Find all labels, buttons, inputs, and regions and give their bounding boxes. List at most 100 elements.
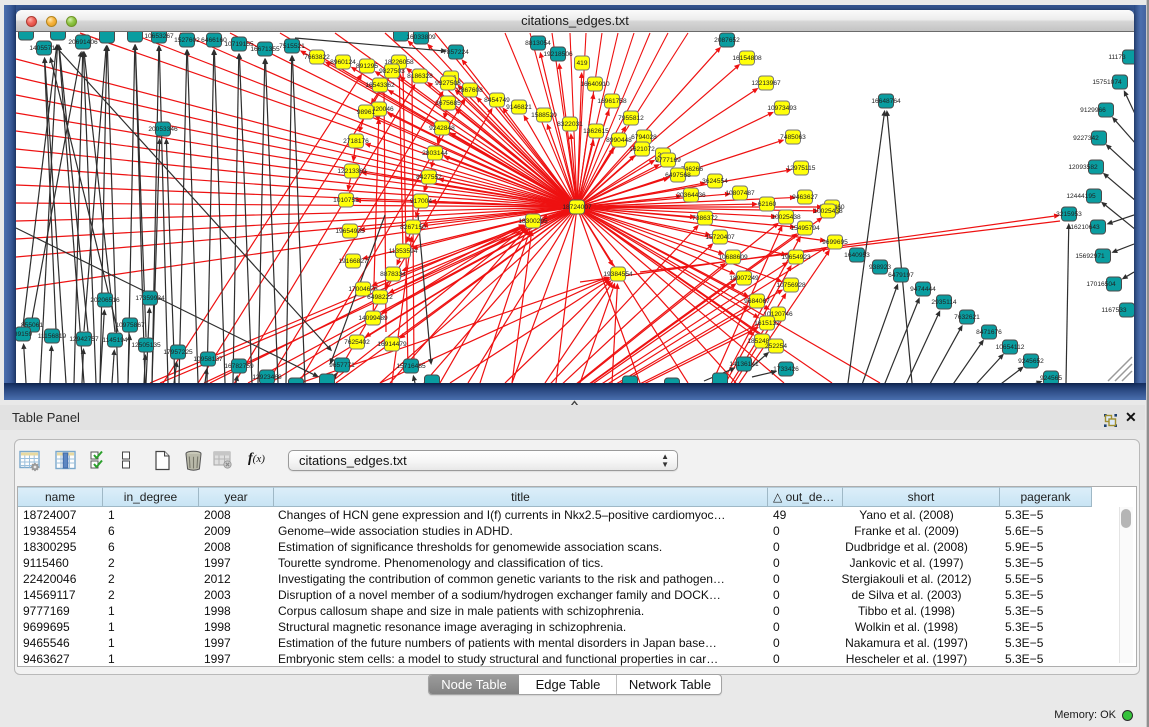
svg-text:14055714: 14055714 bbox=[29, 45, 59, 52]
svg-text:9657771: 9657771 bbox=[329, 362, 355, 369]
svg-text:9327508: 9327508 bbox=[435, 80, 461, 87]
svg-text:12975115: 12975115 bbox=[787, 165, 816, 172]
svg-text:1640953: 1640953 bbox=[844, 252, 870, 259]
svg-text:15716485: 15716485 bbox=[396, 363, 426, 370]
svg-text:1733426: 1733426 bbox=[773, 366, 799, 373]
svg-text:17359934: 17359934 bbox=[135, 295, 165, 302]
svg-text:891295: 891295 bbox=[356, 63, 378, 70]
svg-text:9146821: 9146821 bbox=[506, 104, 532, 111]
svg-text:419: 419 bbox=[576, 60, 587, 67]
svg-text:6794028: 6794028 bbox=[631, 134, 657, 141]
svg-text:9129966: 9129966 bbox=[1080, 107, 1106, 114]
svg-text:8960124: 8960124 bbox=[330, 59, 356, 66]
svg-text:20053346: 20053346 bbox=[148, 126, 178, 133]
svg-text:15692971: 15692971 bbox=[1075, 253, 1105, 260]
svg-text:10688609: 10688609 bbox=[718, 254, 748, 261]
svg-text:16210643: 16210643 bbox=[1070, 224, 1100, 231]
svg-text:12444195: 12444195 bbox=[1066, 193, 1096, 200]
svg-text:12923468: 12923468 bbox=[252, 374, 282, 381]
svg-text:62160: 62160 bbox=[758, 201, 777, 208]
svg-text:917004: 917004 bbox=[410, 198, 432, 205]
svg-text:9474444: 9474444 bbox=[910, 286, 936, 293]
svg-text:16154808: 16154808 bbox=[732, 55, 762, 62]
svg-text:10807487: 10807487 bbox=[725, 190, 755, 197]
svg-text:1588520: 1588520 bbox=[531, 112, 557, 119]
svg-text:938923: 938923 bbox=[869, 264, 891, 271]
svg-text:19218506: 19218506 bbox=[543, 51, 573, 58]
svg-text:10756928: 10756928 bbox=[776, 282, 806, 289]
svg-text:9699695: 9699695 bbox=[822, 239, 848, 246]
svg-text:10653267: 10653267 bbox=[144, 33, 174, 40]
svg-text:8471676: 8471676 bbox=[976, 329, 1002, 336]
svg-text:20206516: 20206516 bbox=[90, 297, 120, 304]
svg-text:9684067: 9684067 bbox=[744, 298, 770, 305]
svg-text:7386372: 7386372 bbox=[692, 215, 718, 222]
svg-text:16961758: 16961758 bbox=[597, 98, 627, 105]
svg-text:10958137: 10958137 bbox=[193, 356, 223, 363]
svg-text:16782759: 16782759 bbox=[224, 363, 254, 370]
svg-text:12505135: 12505135 bbox=[131, 342, 161, 349]
svg-text:15751074: 15751074 bbox=[1092, 79, 1122, 86]
svg-text:9245652: 9245652 bbox=[1018, 358, 1044, 365]
svg-text:11353594: 11353594 bbox=[389, 248, 418, 255]
svg-text:16648764: 16648764 bbox=[871, 98, 901, 105]
svg-text:16914479: 16914479 bbox=[377, 341, 407, 348]
svg-text:6479197: 6479197 bbox=[888, 272, 914, 279]
svg-text:9227342: 9227342 bbox=[1073, 135, 1099, 142]
svg-text:3624554: 3624554 bbox=[702, 178, 728, 185]
svg-text:16640910: 16640910 bbox=[580, 81, 610, 88]
svg-text:1145194: 1145194 bbox=[102, 337, 128, 344]
svg-text:8267150: 8267150 bbox=[400, 224, 426, 231]
svg-text:14099489: 14099489 bbox=[358, 315, 388, 322]
svg-text:1167533: 1167533 bbox=[1101, 307, 1127, 314]
svg-text:12213383: 12213383 bbox=[337, 168, 367, 175]
svg-text:7955812: 7955812 bbox=[618, 115, 644, 122]
svg-text:18300295: 18300295 bbox=[518, 218, 548, 225]
svg-text:9242848: 9242848 bbox=[429, 125, 455, 132]
svg-text:6466160: 6466160 bbox=[201, 37, 227, 44]
svg-text:3215953: 3215953 bbox=[1056, 211, 1082, 218]
svg-text:10025438: 10025438 bbox=[771, 214, 801, 221]
svg-text:14136141: 14136141 bbox=[729, 361, 759, 368]
svg-text:9463627: 9463627 bbox=[792, 194, 818, 201]
svg-text:12942757: 12942757 bbox=[69, 336, 99, 343]
svg-text:17016504: 17016504 bbox=[1086, 281, 1116, 288]
svg-text:8878334: 8878334 bbox=[380, 271, 406, 278]
svg-text:7857224: 7857224 bbox=[443, 49, 469, 56]
svg-text:9827503: 9827503 bbox=[379, 68, 405, 75]
svg-text:7625402: 7625402 bbox=[344, 339, 370, 346]
svg-text:2803144: 2803144 bbox=[422, 150, 448, 157]
svg-text:8813054: 8813054 bbox=[525, 40, 551, 47]
svg-text:2718176: 2718176 bbox=[343, 138, 369, 145]
svg-text:9777169: 9777169 bbox=[655, 157, 681, 164]
svg-text:7515521: 7515521 bbox=[279, 43, 305, 50]
svg-text:2867608: 2867608 bbox=[457, 87, 483, 94]
svg-text:12093582: 12093582 bbox=[1068, 164, 1098, 171]
svg-text:11173: 11173 bbox=[1108, 54, 1126, 61]
svg-text:8186328: 8186328 bbox=[407, 73, 433, 80]
svg-text:1621072: 1621072 bbox=[629, 146, 655, 153]
svg-text:19384554: 19384554 bbox=[603, 271, 633, 278]
svg-text:8322031: 8322031 bbox=[557, 121, 583, 128]
svg-text:16671355: 16671355 bbox=[250, 46, 280, 53]
svg-text:16543362: 16543362 bbox=[365, 82, 395, 89]
svg-text:6498222: 6498222 bbox=[367, 294, 393, 301]
svg-text:7485063: 7485063 bbox=[780, 134, 806, 141]
svg-text:6497568: 6497568 bbox=[665, 172, 691, 179]
svg-text:19166827: 19166827 bbox=[338, 258, 368, 265]
svg-text:10973493: 10973493 bbox=[767, 105, 797, 112]
svg-text:1362615: 1362615 bbox=[583, 128, 609, 135]
svg-text:19654923: 19654923 bbox=[781, 254, 811, 261]
svg-text:11156819: 11156819 bbox=[38, 333, 67, 340]
svg-text:20364436: 20364436 bbox=[676, 192, 706, 199]
svg-text:8454749: 8454749 bbox=[484, 97, 510, 104]
svg-text:18907249: 18907249 bbox=[729, 275, 759, 282]
svg-text:19654935: 19654935 bbox=[335, 228, 365, 235]
svg-text:3675685: 3675685 bbox=[435, 100, 461, 107]
svg-text:2935114: 2935114 bbox=[931, 299, 957, 306]
svg-text:15720407: 15720407 bbox=[705, 234, 735, 241]
svg-text:39159: 39159 bbox=[16, 331, 32, 338]
svg-text:8427552: 8427552 bbox=[416, 174, 442, 181]
svg-text:1527602: 1527602 bbox=[174, 37, 200, 44]
svg-text:18724007: 18724007 bbox=[562, 204, 592, 211]
